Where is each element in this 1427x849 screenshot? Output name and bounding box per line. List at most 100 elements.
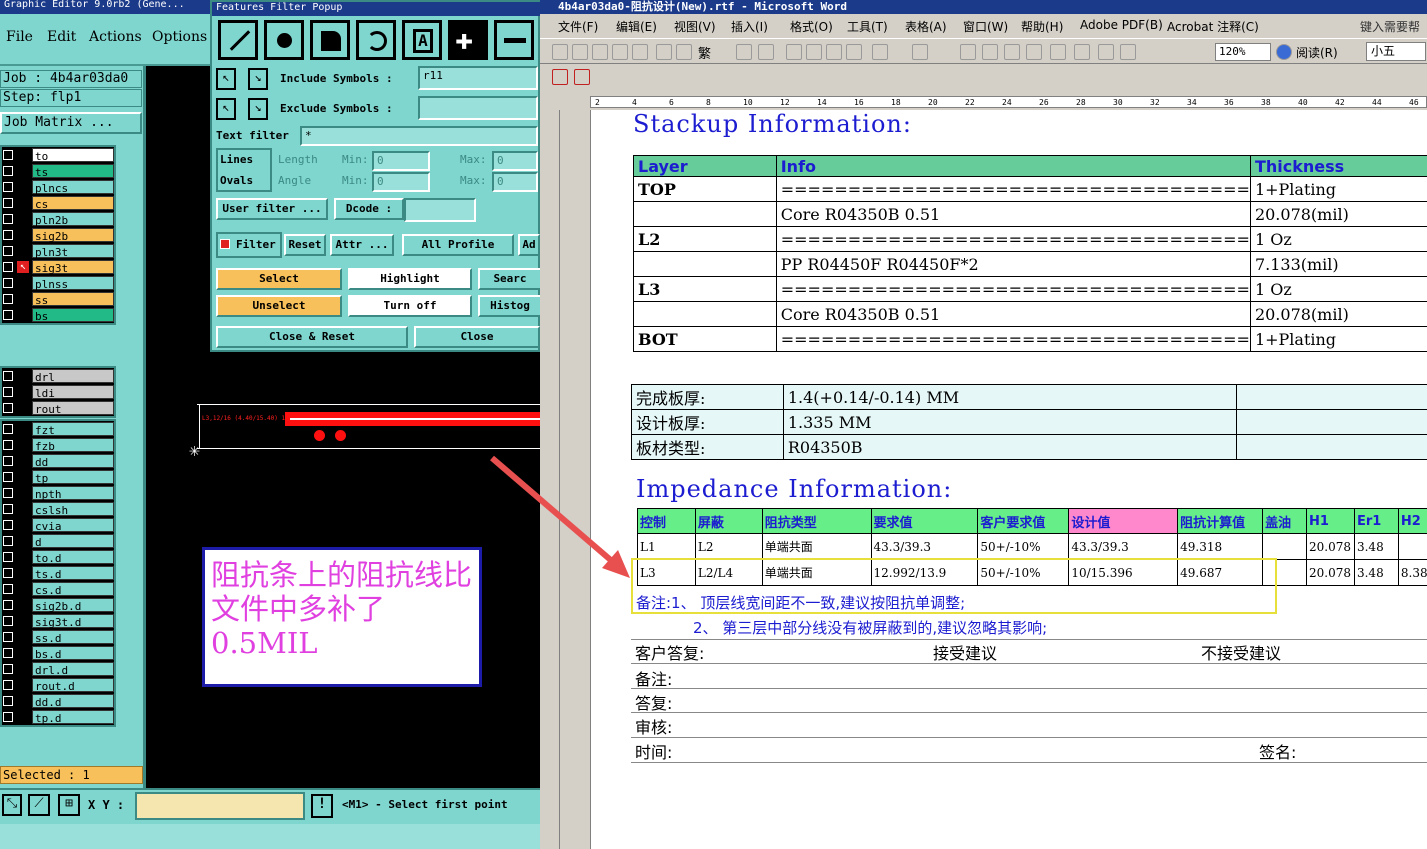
- imp-cell[interactable]: 43.3/39.3: [1068, 533, 1179, 560]
- imp-cell[interactable]: 8.38: [1397, 559, 1427, 586]
- layer-checkbox[interactable]: [3, 166, 13, 176]
- imp-cell[interactable]: L2: [694, 533, 763, 560]
- layer-row[interactable]: drl: [2, 368, 114, 384]
- menu-window-cn[interactable]: 窗口(W): [963, 18, 1008, 35]
- imp-cell[interactable]: 43.3/39.3: [870, 533, 979, 560]
- layer-row[interactable]: fzt: [2, 421, 114, 437]
- imp-cell[interactable]: 20.078: [1306, 559, 1355, 586]
- reset-button[interactable]: Reset: [284, 234, 326, 256]
- board-cell[interactable]: 板材类型:: [631, 434, 784, 460]
- layer-row[interactable]: tp.d: [2, 709, 114, 725]
- layer-row[interactable]: rout.d: [2, 677, 114, 693]
- stackup-cell[interactable]: 1 Oz: [1249, 276, 1427, 302]
- stackup-cell[interactable]: 20.078(mil): [1249, 301, 1427, 327]
- layer-row[interactable]: cslsh: [2, 501, 114, 517]
- layer-checkbox[interactable]: [3, 198, 13, 208]
- angle-checkbox[interactable]: Angle: [278, 174, 311, 187]
- menu-view-cn[interactable]: 视图(V): [674, 18, 716, 35]
- angle-max-input[interactable]: 0: [492, 172, 538, 192]
- undo-icon[interactable]: [872, 44, 888, 60]
- layer-checkbox[interactable]: [3, 568, 13, 578]
- layer-checkbox[interactable]: [3, 664, 13, 674]
- new-doc-icon[interactable]: [552, 44, 568, 60]
- layer-checkbox[interactable]: [3, 424, 13, 434]
- stackup-cell[interactable]: ===================================: [775, 176, 1251, 202]
- layer-checkbox[interactable]: [3, 150, 13, 160]
- layer-checkbox[interactable]: [3, 310, 13, 320]
- layer-row[interactable]: cvia: [2, 517, 114, 533]
- open-icon[interactable]: [572, 44, 588, 60]
- layer-checkbox[interactable]: [3, 712, 13, 722]
- layer-checkbox[interactable]: [3, 182, 13, 192]
- imp-cell[interactable]: L1: [637, 533, 696, 560]
- layer-row[interactable]: bs.d: [2, 645, 114, 661]
- stackup-cell[interactable]: [633, 301, 777, 327]
- menu-adobe-pdf[interactable]: Adobe PDF(B): [1080, 18, 1163, 32]
- layer-checkbox[interactable]: [3, 632, 13, 642]
- close-button[interactable]: Close: [414, 326, 540, 348]
- pad-1[interactable]: [314, 430, 325, 441]
- imp-cell[interactable]: 3.48: [1353, 559, 1399, 586]
- columns-icon[interactable]: [1050, 44, 1066, 60]
- imp-cell[interactable]: 49.318: [1177, 533, 1264, 560]
- print-icon[interactable]: [656, 44, 672, 60]
- user-filter-button[interactable]: User filter ...: [216, 198, 328, 220]
- pad-tool-icon[interactable]: [264, 20, 304, 60]
- imp-cell[interactable]: 单端共面: [761, 533, 872, 560]
- alert-icon[interactable]: !: [311, 794, 333, 818]
- menu-format-cn[interactable]: 格式(O): [790, 18, 833, 35]
- stackup-cell[interactable]: 1 Oz: [1249, 226, 1427, 252]
- not-accept-option[interactable]: 不接受建议: [1201, 640, 1281, 664]
- measure-icon[interactable]: ⟋: [28, 794, 50, 816]
- drawing-icon[interactable]: [1074, 44, 1090, 60]
- stackup-cell[interactable]: [633, 251, 777, 277]
- stackup-cell[interactable]: 1+Plating: [1249, 326, 1427, 352]
- stackup-cell[interactable]: ===================================: [775, 226, 1251, 252]
- layer-row[interactable]: ss: [2, 291, 114, 307]
- pdf-convert-icon[interactable]: [552, 69, 568, 85]
- exclude-select-icon[interactable]: ↘: [248, 98, 268, 120]
- menu-options[interactable]: Options: [152, 29, 207, 45]
- all-profile-dropdown[interactable]: All Profile: [402, 234, 514, 256]
- menu-edit-cn[interactable]: 编辑(E): [616, 18, 657, 35]
- stackup-cell[interactable]: Core R04350B 0.51: [775, 201, 1251, 227]
- help-search-box[interactable]: 键入需要帮: [1360, 18, 1420, 35]
- include-arrow-icon[interactable]: ↖: [216, 68, 236, 90]
- exclude-arrow-icon[interactable]: ↖: [216, 98, 236, 120]
- imp-cell[interactable]: 20.078: [1306, 533, 1355, 560]
- board-cell[interactable]: 1.335 MM: [782, 409, 1238, 435]
- layer-row[interactable]: dd: [2, 453, 114, 469]
- exclude-symbols-input[interactable]: [418, 96, 538, 120]
- pad-2[interactable]: [335, 430, 346, 441]
- board-cell[interactable]: [1236, 409, 1427, 435]
- dcode-input[interactable]: [404, 198, 476, 222]
- layer-row[interactable]: sig3t ↖: [2, 259, 114, 275]
- read-mode-button[interactable]: 阅读(R): [1296, 44, 1338, 61]
- menu-table-cn[interactable]: 表格(A): [905, 18, 947, 35]
- menu-edit[interactable]: Edit: [47, 29, 76, 45]
- stackup-cell[interactable]: 7.133(mil): [1249, 251, 1427, 277]
- layer-checkbox[interactable]: [3, 648, 13, 658]
- length-min-input[interactable]: 0: [372, 151, 430, 171]
- pdf-email-icon[interactable]: [574, 69, 590, 85]
- layer-checkbox[interactable]: [3, 520, 13, 530]
- layer-checkbox[interactable]: [3, 680, 13, 690]
- filter-toggle[interactable]: Filter: [216, 232, 282, 258]
- accept-option[interactable]: 接受建议: [933, 640, 997, 664]
- layer-checkbox[interactable]: [3, 504, 13, 514]
- layer-checkbox[interactable]: [3, 696, 13, 706]
- include-select-icon[interactable]: ↘: [248, 68, 268, 90]
- board-cell[interactable]: [1236, 384, 1427, 410]
- layer-row[interactable]: to.d: [2, 549, 114, 565]
- minus-icon[interactable]: [494, 20, 534, 60]
- layer-row[interactable]: ts: [2, 163, 114, 179]
- imp-cell[interactable]: 50+/-10%: [977, 533, 1070, 560]
- unselect-button[interactable]: Unselect: [216, 295, 342, 317]
- layer-row[interactable]: drl.d: [2, 661, 114, 677]
- plus-icon[interactable]: ✚: [448, 20, 488, 60]
- job-matrix-button[interactable]: Job Matrix ...: [0, 112, 142, 134]
- layer-row[interactable]: tp: [2, 469, 114, 485]
- research-icon[interactable]: [758, 44, 774, 60]
- print-preview-icon[interactable]: [676, 44, 692, 60]
- ad-button[interactable]: Ad: [518, 234, 540, 256]
